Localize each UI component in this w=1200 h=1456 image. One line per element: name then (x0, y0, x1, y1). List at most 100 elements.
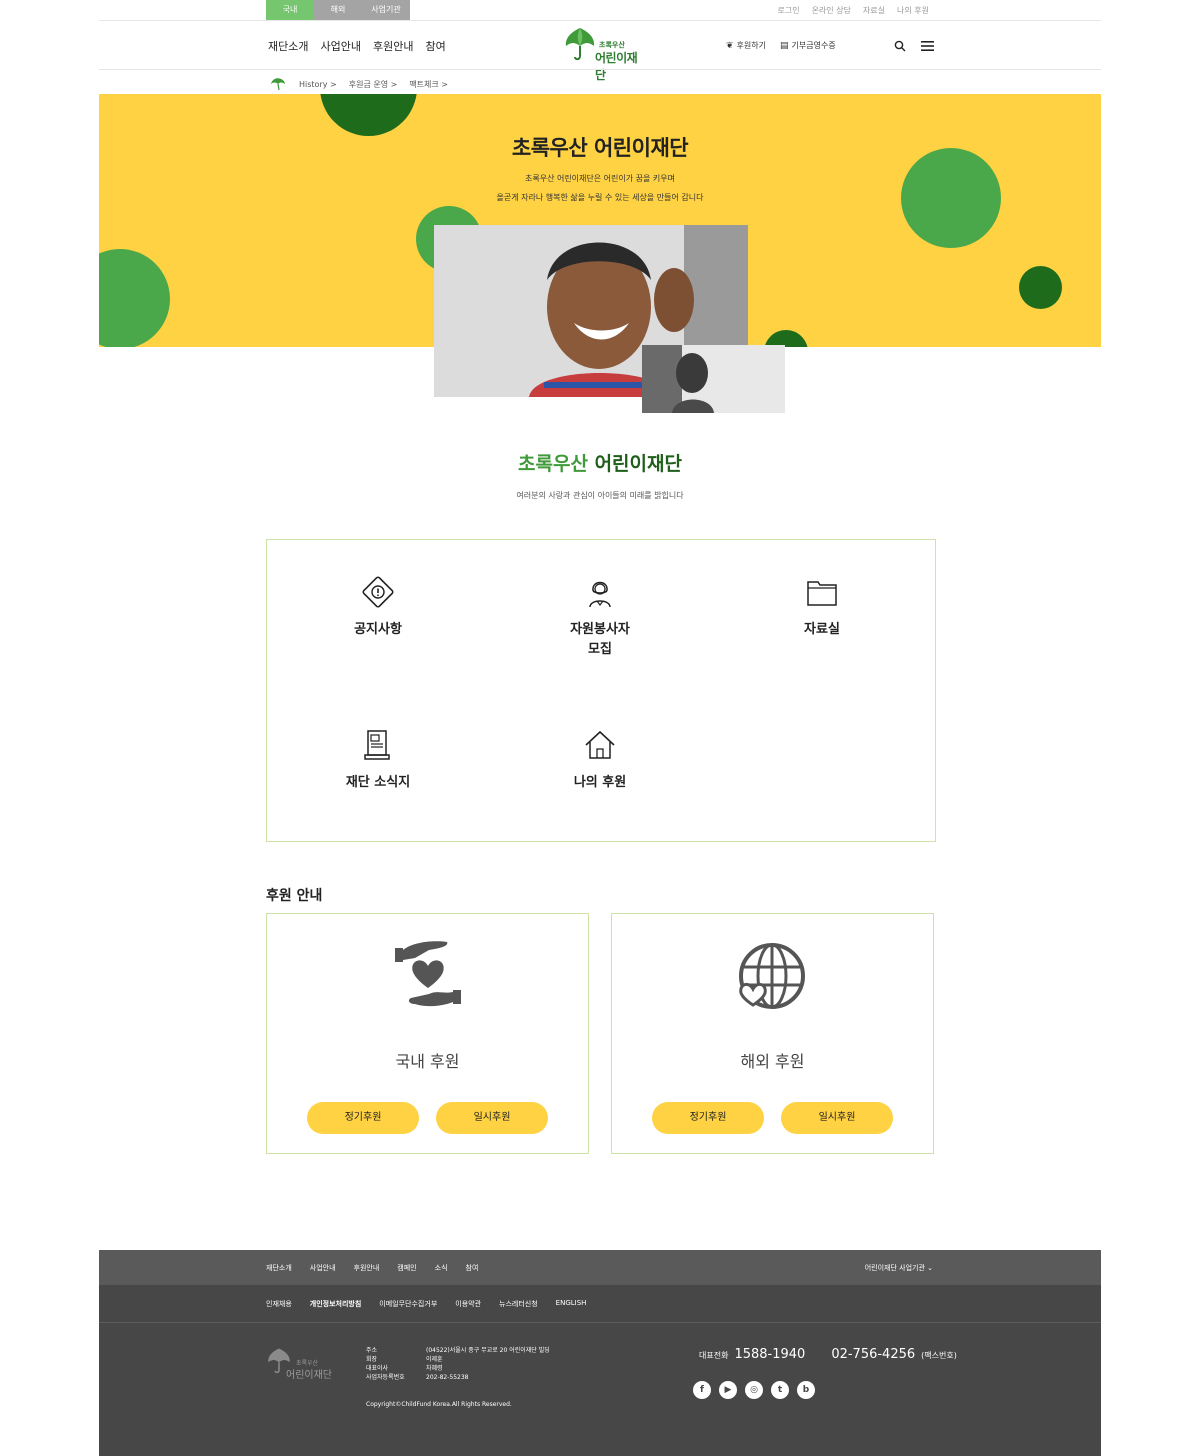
divider (99, 69, 1101, 70)
footer-policy-links: 인재채용 개인정보처리방침 이메일무단수집거부 이용약관 뉴스레터신청 ENGL… (266, 1299, 586, 1309)
nav-support-guide[interactable]: 후원안내 (373, 38, 413, 54)
footer-logo-main: 어린이재단 (286, 1370, 332, 1381)
footer-main: 인재채용 개인정보처리방침 이메일무단수집거부 이용약관 뉴스레터신청 ENGL… (99, 1285, 1101, 1456)
umbrella-home-icon[interactable] (269, 76, 287, 92)
menu-newsletter-label: 재단 소식지 (345, 775, 411, 790)
domestic-onetime-button[interactable]: 일시후원 (436, 1102, 548, 1134)
copyright: Copyright©ChildFund Korea.All Rights Res… (366, 1401, 512, 1408)
youtube-icon[interactable]: ▶ (719, 1381, 737, 1399)
chevron-down-icon: ⌄ (927, 1264, 933, 1272)
footer-nav-news[interactable]: 소식 (435, 1263, 448, 1273)
logo-main-text: 어린이재단 (595, 51, 638, 82)
footer-nav-foundation[interactable]: 재단소개 (266, 1263, 292, 1273)
folder-icon (807, 581, 837, 606)
footer-nav-campaign[interactable]: 캠페인 (397, 1263, 416, 1273)
support-card-overseas: 해외 후원 정기후원 일시후원 (611, 913, 934, 1154)
utility-links: 로그인 온라인 상담 자료실 나의 후원 (777, 5, 929, 16)
fax-label: (팩스번호) (921, 1351, 957, 1360)
footer-nav-participate[interactable]: 참여 (466, 1263, 479, 1273)
header-actions: ❦ 후원하기 ▤ 기부금영수증 (726, 40, 836, 51)
tel-label: 대표전화 (699, 1351, 729, 1360)
decor-circle (99, 249, 170, 347)
footer-company-info: 주소 (04522)서울시 중구 무교로 20 어린이재단 빌딩 회장 이제훈 대표… (366, 1346, 550, 1382)
umbrella-logo-icon (565, 28, 595, 61)
tab-domestic[interactable]: 국내 (266, 0, 314, 20)
hero-description-line2: 올곧게 자라나 행복한 삶을 누릴 수 있는 세상을 만들어 갑니다 (496, 193, 704, 202)
footer-link-email-refusal[interactable]: 이메일무단수집거부 (379, 1299, 437, 1309)
footer-link-newsletter[interactable]: 뉴스레터신청 (499, 1299, 538, 1309)
footer-link-terms[interactable]: 이용약관 (455, 1299, 481, 1309)
quick-menu: 공지사항 자원봉사자 모집 자료실 재단 소식지 나의 후원 (266, 539, 936, 842)
hero-title: 초록우산 어린이재단 (511, 136, 689, 160)
sponsor-button[interactable]: ❦ 후원하기 (726, 40, 766, 51)
menu-newsletter[interactable]: 재단 소식지 (278, 727, 478, 793)
info-value-chairman: 이제훈 (426, 1356, 443, 1363)
institutions-dropdown[interactable]: 어린이재단 사업기관 ⌄ (865, 1263, 933, 1273)
archive-link[interactable]: 자료실 (863, 5, 885, 16)
tab-institutions[interactable]: 사업기관 (362, 0, 410, 20)
menu-volunteer-label: 자원봉사자모집 (500, 620, 700, 660)
info-label-ceo: 대표이사 (366, 1365, 389, 1372)
my-support-link[interactable]: 나의 후원 (897, 5, 929, 16)
sponsor-label: 후원하기 (736, 41, 766, 50)
menu-notice[interactable]: 공지사항 (278, 574, 478, 640)
nav-participate[interactable]: 참여 (425, 38, 445, 54)
footer-logo: 초록우산 어린이재단 (266, 1345, 336, 1381)
region-tabs: 국내 해외 사업기관 (266, 0, 410, 20)
receipt-button[interactable]: ▤ 기부금영수증 (780, 40, 836, 51)
online-consult-link[interactable]: 온라인 상담 (812, 5, 851, 16)
tab-overseas[interactable]: 해외 (314, 0, 362, 20)
support-card-domestic: 국내 후원 정기후원 일시후원 (266, 913, 589, 1154)
footer-nav-business[interactable]: 사업안내 (310, 1263, 336, 1273)
menu-notice-label: 공지사항 (354, 622, 402, 637)
instagram-icon[interactable]: ◎ (745, 1381, 763, 1399)
hero-photo-child-bw (642, 345, 785, 413)
logo[interactable]: 초록우산 어린이재단 (563, 24, 643, 82)
breadcrumb-fund-operation[interactable]: 후원금 운영 > (349, 79, 398, 90)
info-value-address: (04522)서울시 중구 무교로 20 어린이재단 빌딩 (426, 1347, 550, 1354)
receipt-label: 기부금영수증 (791, 41, 836, 50)
facebook-icon[interactable]: f (693, 1381, 711, 1399)
divider (99, 1322, 1101, 1323)
overseas-regular-button[interactable]: 정기후원 (652, 1102, 764, 1134)
hero-description-line1: 초록우산 어린이재단은 어린이가 꿈을 키우며 (524, 174, 675, 183)
info-label-bizno: 사업자등록번호 (366, 1374, 405, 1381)
footer-contact: 대표전화 1588-1940 02-756-4256 (팩스번호) (699, 1347, 957, 1362)
domestic-regular-button[interactable]: 정기후원 (307, 1102, 419, 1134)
footer-nav-support[interactable]: 후원안내 (354, 1263, 380, 1273)
receipt-icon: ▤ (780, 41, 789, 51)
nav-business[interactable]: 사업안내 (320, 38, 360, 54)
decor-circle (1019, 266, 1062, 309)
overseas-onetime-button[interactable]: 일시후원 (781, 1102, 893, 1134)
footer-nav: 재단소개 사업안내 후원안내 캠페인 소식 참여 (266, 1263, 478, 1273)
menu-volunteer[interactable]: 자원봉사자모집 (500, 574, 700, 660)
info-value-bizno: 202-82-55238 (426, 1374, 469, 1381)
footer-link-english[interactable]: ENGLISH (556, 1299, 587, 1309)
institutions-dropdown-label: 어린이재단 사업기관 (864, 1264, 925, 1272)
intro-title: 초록우산 어린이재단 (99, 449, 1101, 476)
menu-my-support[interactable]: 나의 후원 (500, 727, 700, 793)
menu-volunteer-label-line2: 모집 (588, 642, 612, 657)
breadcrumb-fact-check[interactable]: 팩트체크 > (409, 79, 448, 90)
footer-link-recruit[interactable]: 인재채용 (266, 1299, 292, 1309)
twitter-icon[interactable]: t (771, 1381, 789, 1399)
support-section-title: 후원 안내 (266, 888, 323, 904)
support-card-domestic-title: 국내 후원 (395, 1052, 460, 1071)
login-link[interactable]: 로그인 (777, 5, 799, 16)
info-label-chairman: 회장 (366, 1356, 378, 1363)
breadcrumb-history[interactable]: History > (299, 80, 337, 89)
menu-archive[interactable]: 자료실 (722, 574, 922, 640)
search-icon[interactable] (894, 40, 906, 52)
decor-circle (320, 94, 417, 136)
nav-foundation[interactable]: 재단소개 (268, 38, 308, 54)
menu-volunteer-label-line1: 자원봉사자 (570, 622, 630, 637)
globe-heart-icon (739, 943, 805, 1009)
intro-subtitle: 여러분의 사랑과 관심이 아이들의 미래를 밝힙니다 (516, 491, 684, 500)
newsletter-icon (364, 730, 390, 760)
gift-heart-icon: ❦ (726, 41, 734, 51)
blog-icon[interactable]: b (797, 1381, 815, 1399)
breadcrumb: History > 후원금 운영 > 팩트체크 > (269, 76, 448, 92)
fax-number: 02-756-4256 (831, 1347, 916, 1362)
hamburger-icon[interactable] (921, 41, 934, 51)
footer-link-privacy[interactable]: 개인정보처리방침 (310, 1299, 362, 1309)
